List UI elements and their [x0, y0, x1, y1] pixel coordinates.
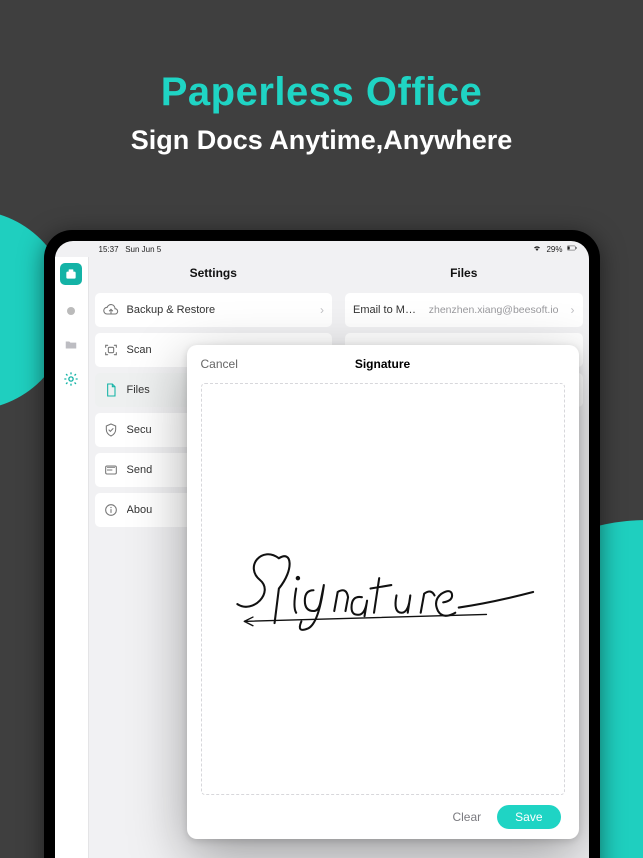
hero-title: Paperless Office — [0, 70, 643, 115]
status-right: 29% — [532, 244, 576, 254]
cloud-up-icon — [103, 302, 119, 318]
hero: Paperless Office Sign Docs Anytime,Anywh… — [0, 70, 643, 156]
row-backup-restore[interactable]: Backup & Restore › — [95, 293, 333, 327]
app-logo-icon[interactable] — [60, 263, 82, 285]
status-time: 15:37 — [99, 245, 119, 254]
rail-gear-icon[interactable] — [63, 371, 79, 387]
modal-footer: Clear Save — [187, 795, 579, 839]
battery-percent: 29% — [546, 245, 562, 254]
row-label: Email to Myself — [353, 304, 421, 316]
save-button[interactable]: Save — [497, 805, 560, 829]
signature-modal: Cancel Signature — [187, 345, 579, 839]
chevron-right-icon: › — [571, 303, 575, 317]
info-icon — [103, 502, 119, 518]
tablet-screen: 15:37 Sun Jun 5 29% — [55, 241, 589, 858]
hero-subtitle: Sign Docs Anytime,Anywhere — [0, 125, 643, 156]
clear-button[interactable]: Clear — [452, 810, 481, 824]
battery-icon — [567, 244, 577, 254]
modal-title: Signature — [355, 357, 410, 371]
nav-rail — [55, 257, 89, 858]
signature-canvas[interactable] — [201, 383, 565, 795]
modal-header: Cancel Signature — [187, 345, 579, 383]
row-email-myself[interactable]: Email to Myself zhenzhen.xiang@beesoft.i… — [345, 293, 583, 327]
cancel-button[interactable]: Cancel — [201, 357, 238, 371]
status-bar: 15:37 Sun Jun 5 29% — [55, 241, 589, 257]
file-icon — [103, 382, 119, 398]
settings-header: Settings — [89, 257, 339, 289]
send-icon — [103, 462, 119, 478]
row-label: Backup & Restore — [127, 304, 313, 316]
row-value: zhenzhen.xiang@beesoft.io — [429, 304, 559, 316]
status-date: Sun Jun 5 — [125, 245, 161, 254]
canvas-wrap — [187, 383, 579, 795]
scan-icon — [103, 342, 119, 358]
handwriting-signature-icon — [227, 528, 538, 649]
rail-dot-icon[interactable] — [63, 303, 79, 319]
wifi-icon — [532, 244, 542, 254]
tablet-frame: 15:37 Sun Jun 5 29% — [44, 230, 600, 858]
status-left: 15:37 Sun Jun 5 — [99, 245, 162, 254]
files-header: Files — [339, 257, 589, 289]
chevron-right-icon: › — [320, 303, 324, 317]
rail-folder-icon[interactable] — [63, 337, 79, 353]
shield-icon — [103, 422, 119, 438]
